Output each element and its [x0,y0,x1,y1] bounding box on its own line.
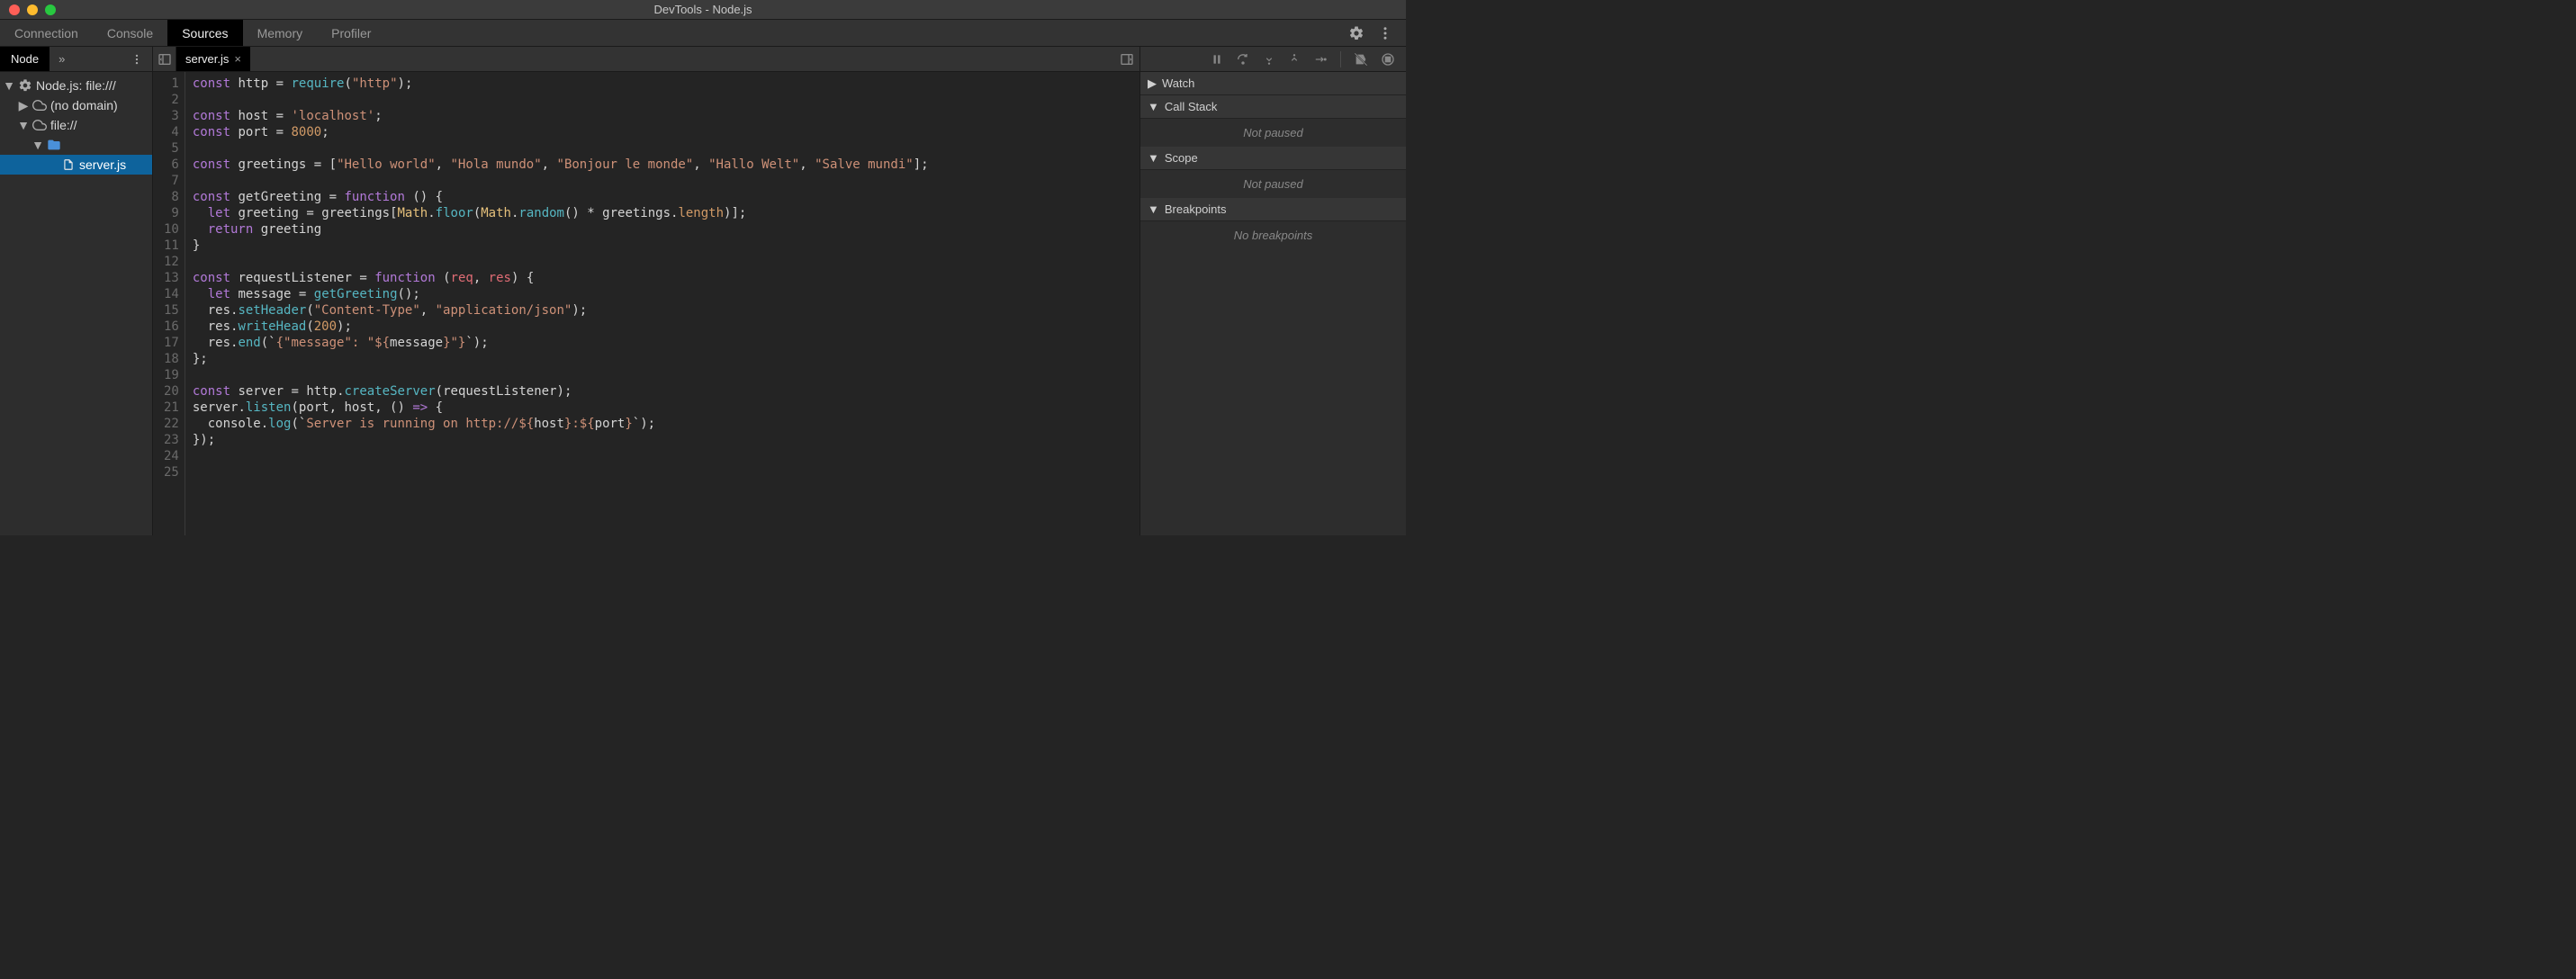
breakpoints-body: No breakpoints [1140,221,1406,249]
sidebar: Node » ▼ Node.js: file:/// ▶ (no domain) [0,47,153,535]
step-over-icon[interactable] [1236,52,1250,67]
tab-console[interactable]: Console [93,20,167,46]
chevron-right-icon: ▶ [1148,76,1157,91]
editor-tab-server-js[interactable]: server.js × [176,47,250,71]
sidebar-overflow-icon[interactable]: » [50,47,74,71]
tree-root[interactable]: ▼ Node.js: file:/// [0,76,152,95]
watch-section-header[interactable]: ▶ Watch [1140,72,1406,95]
scope-section-header[interactable]: ▼ Scope [1140,147,1406,170]
tab-memory[interactable]: Memory [243,20,318,46]
toggle-navigator-icon[interactable] [153,47,176,71]
line-gutter: 1234567891011121314151617181920212223242… [153,72,185,535]
tree-file-scheme-label: file:// [50,118,77,132]
node-icon [18,78,32,93]
tab-connection[interactable]: Connection [0,20,93,46]
window-title: DevTools - Node.js [653,3,752,16]
cloud-icon [32,98,47,112]
tree-root-label: Node.js: file:/// [36,78,116,93]
code-editor[interactable]: 1234567891011121314151617181920212223242… [153,72,1139,535]
cloud-icon [32,118,47,132]
call-stack-body: Not paused [1140,119,1406,147]
deactivate-breakpoints-icon[interactable] [1354,52,1368,67]
editor-pane: server.js × 1234567891011121314151617181… [153,47,1139,535]
close-window-button[interactable] [9,4,20,15]
minimize-window-button[interactable] [27,4,38,15]
code-content[interactable]: const http = require("http"); const host… [185,72,929,535]
tree-file-label: server.js [79,157,126,172]
scope-section-label: Scope [1165,151,1198,165]
sidebar-tab-node[interactable]: Node [0,47,50,71]
file-icon [61,157,76,172]
folder-icon [47,138,61,152]
call-stack-section-header[interactable]: ▼ Call Stack [1140,95,1406,119]
tab-profiler[interactable]: Profiler [317,20,385,46]
tree-no-domain-label: (no domain) [50,98,118,112]
file-tree: ▼ Node.js: file:/// ▶ (no domain) ▼ file… [0,72,152,535]
titlebar: DevTools - Node.js [0,0,1406,20]
tree-folder[interactable]: ▼ [0,135,152,155]
debug-toolbar [1140,47,1406,72]
tree-file-server-js[interactable]: server.js [0,155,152,175]
chevron-down-icon: ▼ [1148,202,1159,216]
tab-sources[interactable]: Sources [167,20,242,46]
call-stack-section-label: Call Stack [1165,100,1218,113]
step-into-icon[interactable] [1263,53,1275,66]
kebab-menu-icon[interactable] [1377,25,1393,41]
editor-tab-label: server.js [185,52,229,66]
chevron-down-icon: ▼ [1148,100,1159,113]
step-icon[interactable] [1313,53,1328,66]
close-tab-icon[interactable]: × [234,52,241,66]
sidebar-kebab-icon[interactable] [122,47,152,71]
settings-icon[interactable] [1348,25,1365,41]
pause-icon[interactable] [1211,53,1223,66]
toggle-debugger-icon[interactable] [1114,47,1139,71]
scope-body: Not paused [1140,170,1406,198]
maximize-window-button[interactable] [45,4,56,15]
main-tab-strip: Connection Console Sources Memory Profil… [0,20,1406,47]
traffic-lights [0,4,56,15]
tree-no-domain[interactable]: ▶ (no domain) [0,95,152,115]
watch-section-label: Watch [1162,76,1194,90]
breakpoints-section-label: Breakpoints [1165,202,1227,216]
debugger-pane: ▶ Watch ▼ Call Stack Not paused ▼ Scope … [1139,47,1406,535]
step-out-icon[interactable] [1288,53,1301,66]
tree-file-scheme[interactable]: ▼ file:// [0,115,152,135]
breakpoints-section-header[interactable]: ▼ Breakpoints [1140,198,1406,221]
pause-on-exceptions-icon[interactable] [1381,52,1395,67]
chevron-down-icon: ▼ [1148,151,1159,165]
